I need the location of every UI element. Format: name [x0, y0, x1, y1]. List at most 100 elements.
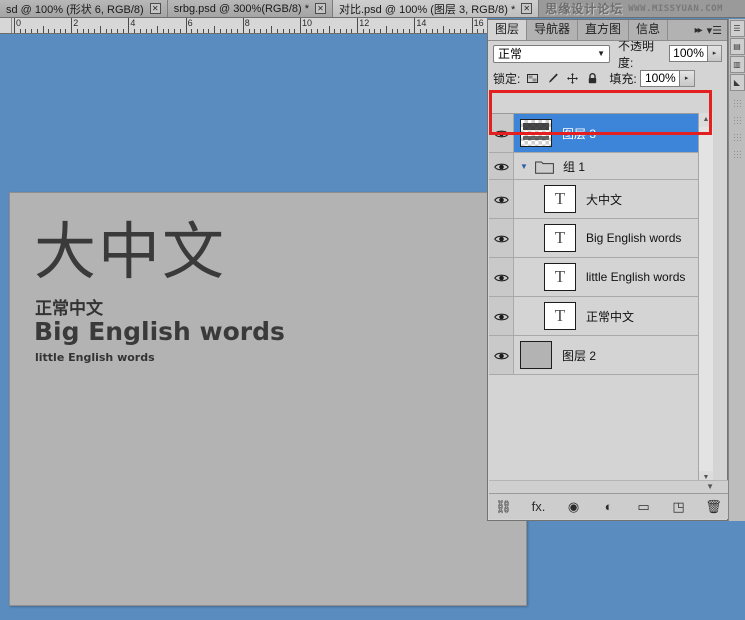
layer-visibility-toggle[interactable] [489, 336, 514, 374]
layers-list[interactable]: 图层 3 ▼ 组 1 T 大中文 T Big English words Tlittle En… [489, 113, 713, 485]
opacity-slider-arrow-icon[interactable]: ▸ [707, 45, 723, 62]
ruler-minor-tick [362, 29, 364, 33]
ruler-minor-tick [420, 29, 422, 33]
ruler-minor-tick [277, 29, 279, 33]
ruler-minor-tick [391, 29, 393, 33]
watermark-chinese: 思缘设计论坛 [545, 2, 624, 16]
ruler-minor-tick [54, 29, 56, 33]
document-tab-3[interactable]: 对比.psd @ 100% (图层 3, RGB/8) * ✕ [333, 0, 540, 17]
canvas-document[interactable]: 大中文 正常中文 Big English words little Englis… [9, 192, 527, 606]
ruler-minor-tick [351, 29, 353, 33]
layer-row[interactable]: 图层 3 [489, 114, 713, 153]
layers-panel-footer: ⛓ fx. ◉ ◐ ▭ ◳ 🗑 [489, 493, 728, 519]
eye-icon [493, 233, 509, 243]
lock-icon-group [526, 72, 599, 85]
layer-row-body: T 正常中文 [514, 297, 713, 335]
tab-layers[interactable]: 图层 [488, 20, 528, 40]
layer-visibility-toggle[interactable] [489, 153, 514, 179]
tab-navigator[interactable]: 导航器 [527, 20, 579, 40]
tab-layers-label: 图层 [495, 22, 520, 36]
scroll-up-icon[interactable]: ▲ [699, 113, 713, 127]
opacity-input[interactable]: 100% [669, 45, 708, 62]
ruler-minor-tick [237, 29, 239, 33]
collapse-panel-icon[interactable]: ▸▸ [695, 25, 703, 36]
move-lock-icon[interactable] [566, 72, 579, 85]
ruler-minor-tick [116, 29, 118, 33]
layer-visibility-toggle[interactable] [489, 258, 514, 296]
fill-input[interactable]: 100% [639, 70, 680, 87]
add-layer-mask-button[interactable]: ◉ [565, 498, 582, 515]
ruler-minor-tick [374, 29, 376, 33]
layer-thumbnail: T [544, 185, 576, 213]
panel-resize-bar[interactable]: ▼ [489, 480, 728, 493]
blend-mode-value: 正常 [498, 47, 523, 61]
tab-histogram[interactable]: 直方图 [578, 20, 630, 40]
layer-name: 组 1 [563, 159, 586, 174]
layer-row[interactable]: Tlittle English words [489, 258, 713, 297]
eye-icon [493, 272, 509, 282]
panel-menu-icon[interactable]: ▾☰ [707, 24, 722, 37]
layer-row[interactable]: T 大中文 [489, 180, 713, 219]
ruler-minor-tick [76, 29, 78, 33]
dock-grip [732, 116, 742, 125]
dock-swatches-icon[interactable]: ▥ [729, 56, 745, 73]
ruler-minor-tick [25, 29, 27, 33]
dock-color-icon[interactable]: ▤ [729, 38, 745, 55]
delete-layer-button[interactable]: 🗑 [705, 498, 722, 515]
ruler-minor-tick [179, 29, 181, 33]
all-lock-icon[interactable] [586, 72, 599, 85]
adjustment-layer-button[interactable]: ◐ [600, 498, 617, 515]
chevron-down-icon[interactable]: ▼ [520, 162, 532, 171]
layer-row-body: T Big English words [514, 219, 713, 257]
ruler-minor-tick [385, 26, 387, 33]
dock-adjustments-icon[interactable]: ◣ [729, 74, 745, 91]
brush-lock-icon[interactable] [546, 72, 559, 85]
close-icon[interactable]: ✕ [149, 3, 161, 14]
ruler-minor-tick [483, 29, 485, 33]
tab-info[interactable]: 信息 [629, 20, 669, 40]
layers-scrollbar[interactable]: ▲ ▼ [698, 113, 713, 485]
layer-visibility-toggle[interactable] [489, 297, 514, 335]
layer-style-fx-button[interactable]: fx. [530, 498, 547, 515]
document-tab-1[interactable]: sd @ 100% (形状 6, RGB/8) ✕ [0, 0, 168, 17]
layer-row[interactable]: T Big English words [489, 219, 713, 258]
canvas-text-little-english: little English words [35, 351, 155, 364]
close-icon[interactable]: ✕ [315, 3, 326, 14]
document-tab-2[interactable]: srbg.psd @ 300%(RGB/8) * ✕ [167, 0, 333, 17]
ruler-major-tick [242, 18, 244, 33]
opacity-label: 不透明度: [617, 38, 654, 70]
ruler-minor-tick [151, 29, 153, 33]
ruler-minor-tick [122, 29, 124, 33]
layer-visibility-toggle[interactable] [489, 180, 514, 218]
close-icon[interactable]: ✕ [521, 3, 533, 14]
ruler-minor-tick [202, 29, 204, 33]
link-layers-button[interactable]: ⛓ [495, 498, 512, 515]
dock-grip [732, 133, 742, 142]
ruler-minor-tick [454, 29, 456, 33]
layer-row[interactable]: T 正常中文 [489, 297, 713, 336]
layer-visibility-toggle[interactable] [489, 114, 514, 152]
layer-row[interactable]: ▼ 组 1 [489, 153, 713, 180]
fill-slider-arrow-icon[interactable]: ▸ [679, 70, 695, 87]
ruler-minor-tick [225, 29, 227, 33]
ruler-minor-tick [322, 29, 324, 33]
ruler-minor-tick [99, 26, 101, 33]
ruler-minor-tick [368, 29, 370, 33]
blend-mode-select[interactable]: 正常 ▼ [493, 44, 610, 63]
ruler-major-tick [300, 18, 301, 33]
layer-row[interactable]: 图层 2 [489, 336, 713, 375]
document-tab-2-label: srbg.psd @ 300%(RGB/8) * [173, 2, 309, 15]
ruler-tick-label: 8 [244, 18, 250, 28]
new-layer-button[interactable]: ◳ [670, 498, 687, 515]
document-tab-bar: sd @ 100% (形状 6, RGB/8) ✕ srbg.psd @ 300… [0, 0, 745, 18]
ruler-major-tick [128, 18, 130, 33]
layer-visibility-toggle[interactable] [489, 219, 514, 257]
new-group-button[interactable]: ▭ [635, 498, 652, 515]
ruler-major-tick [185, 18, 187, 33]
dock-expand-icon[interactable]: ☰ [729, 20, 745, 37]
ruler-minor-tick [425, 29, 427, 33]
ruler-minor-tick [340, 29, 342, 33]
ruler-minor-tick [214, 26, 216, 33]
layer-row-body: ▼ 组 1 [514, 153, 713, 179]
transparency-lock-icon[interactable] [526, 72, 539, 85]
